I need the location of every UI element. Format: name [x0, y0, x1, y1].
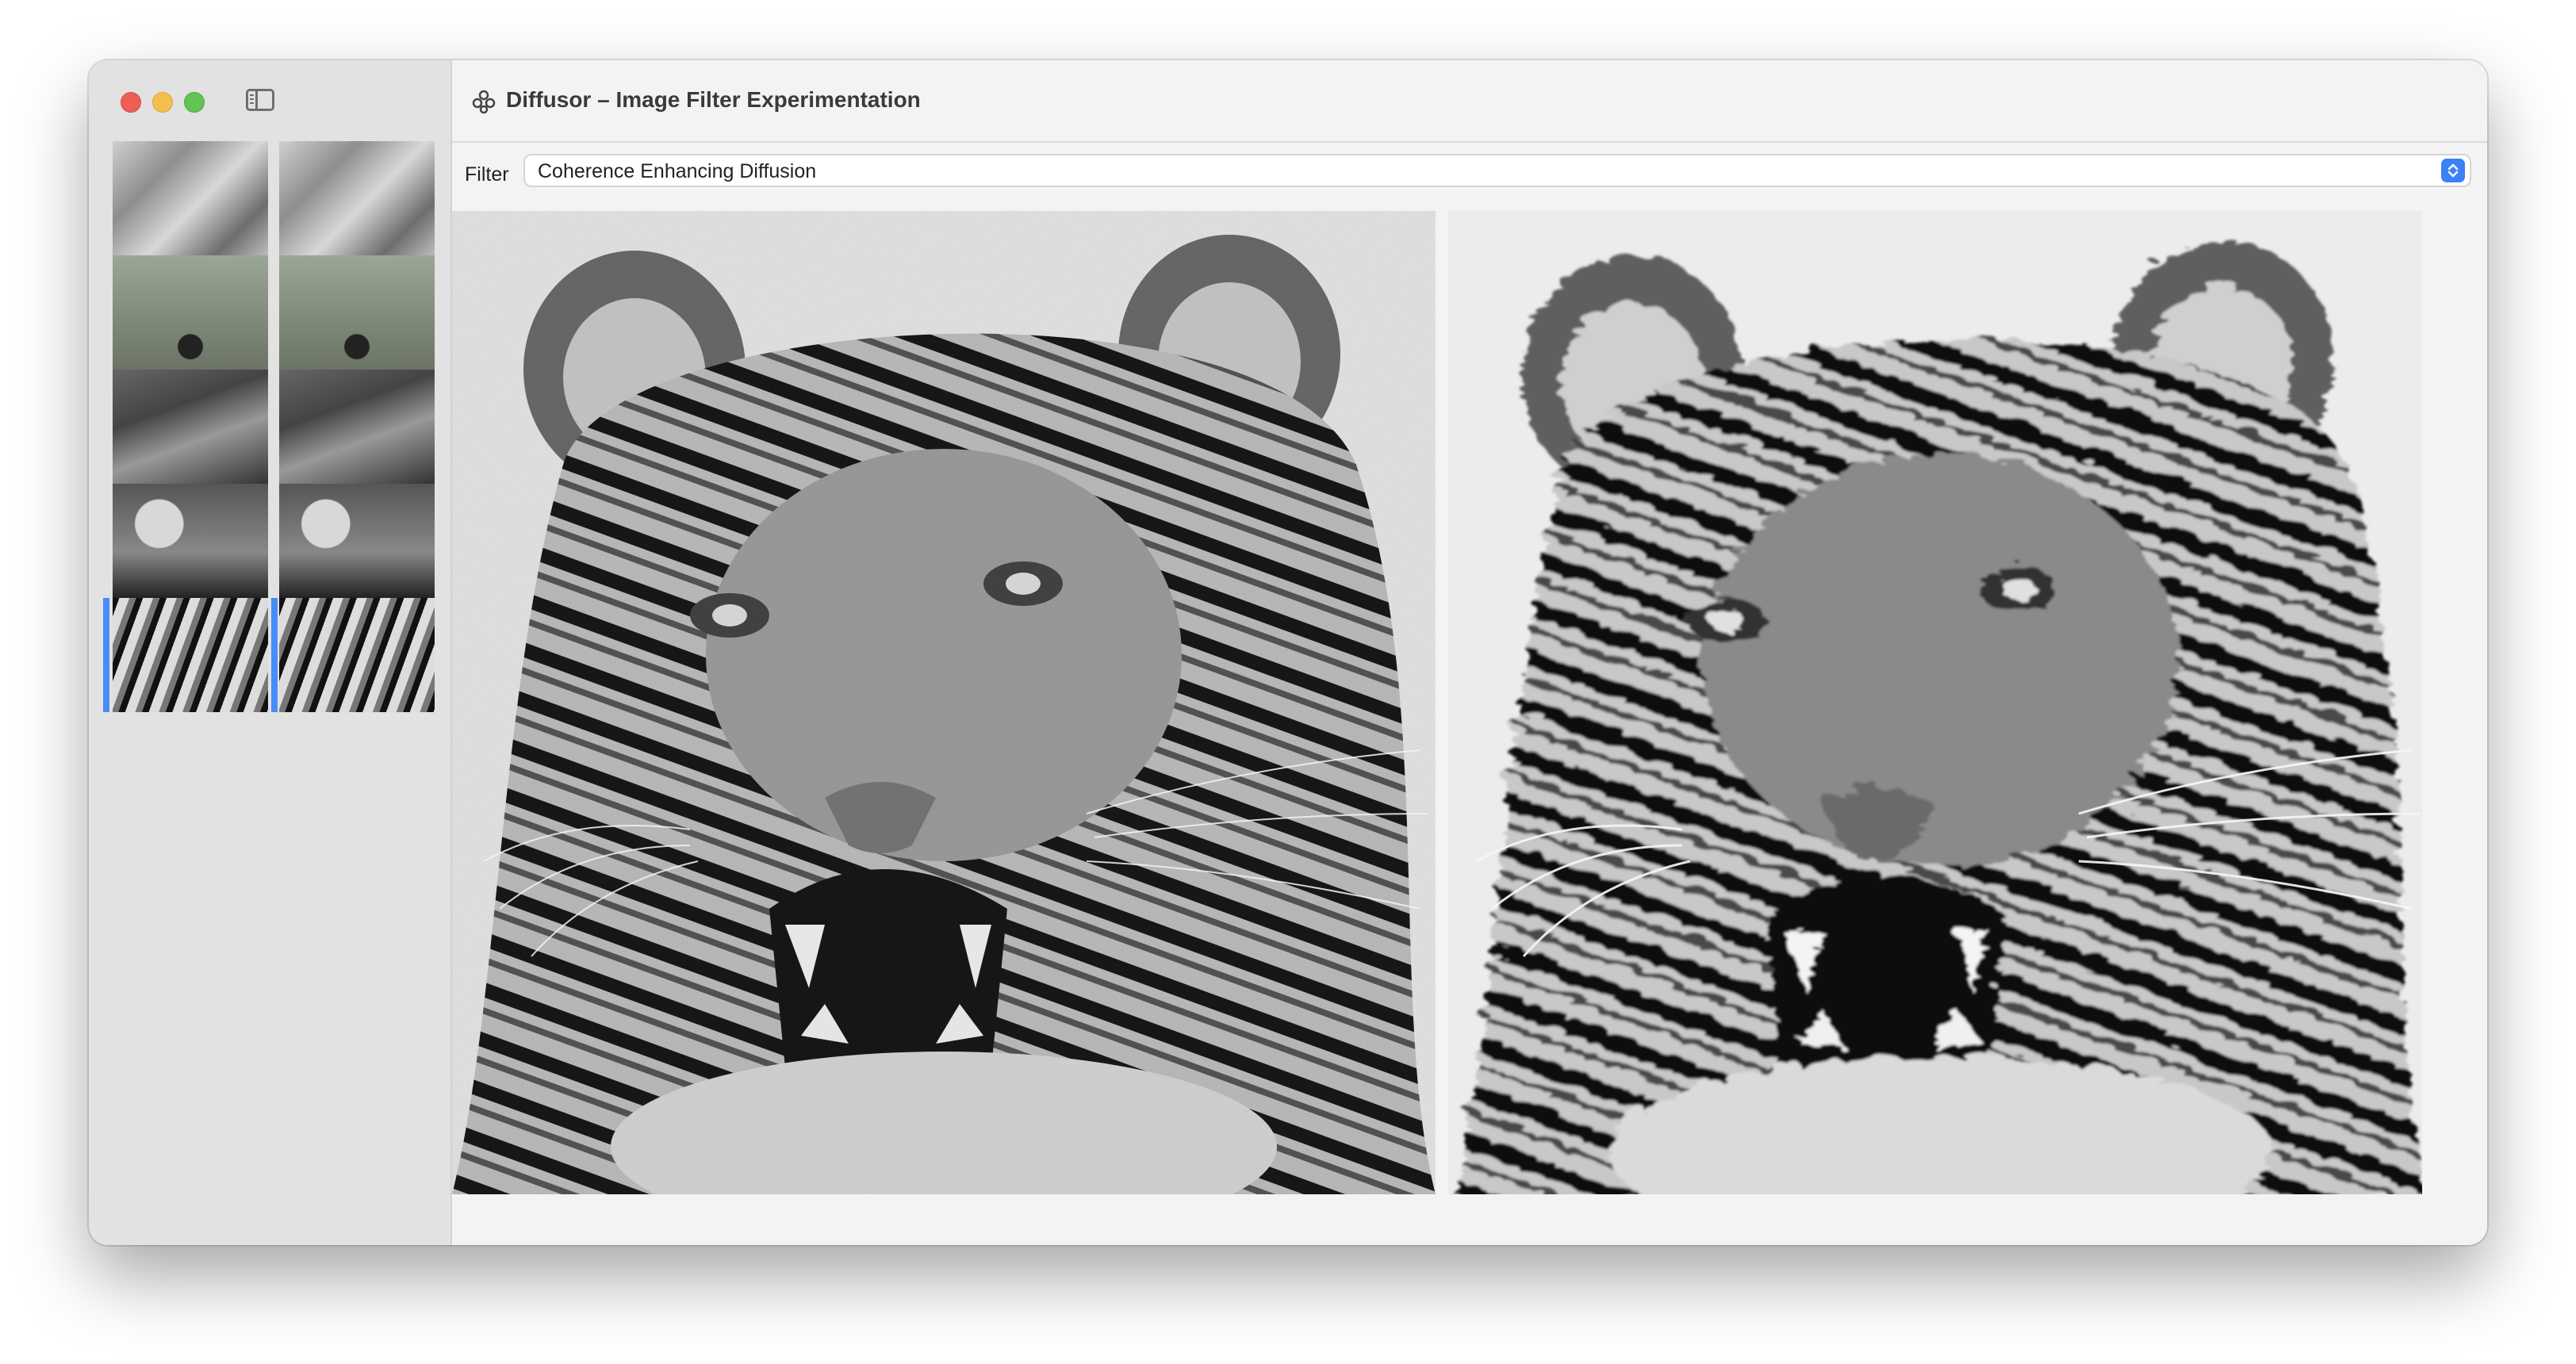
- main-pane: Diffusor – Image Filter Experimentation …: [452, 60, 2487, 1245]
- thumbnail-filtered[interactable]: [279, 255, 435, 370]
- thumbnail-filtered[interactable]: [279, 598, 435, 712]
- title-bar: Diffusor – Image Filter Experimentation: [452, 60, 2487, 143]
- app-window: Diffusor – Image Filter Experimentation …: [89, 60, 2487, 1245]
- thumbnail-row-ship[interactable]: [113, 141, 438, 255]
- thumbnail-filtered[interactable]: [279, 370, 435, 484]
- filter-label: Filter: [465, 163, 509, 186]
- filter-row: Filter Coherence Enhancing Diffusion: [452, 143, 2487, 208]
- thumbnail-original[interactable]: [113, 598, 268, 712]
- filtered-image: [1448, 211, 2422, 1194]
- sidebar-toggle-icon[interactable]: [246, 89, 274, 111]
- close-button[interactable]: [121, 92, 141, 113]
- thumbnail-list: [103, 141, 438, 712]
- sidebar: [89, 60, 452, 1245]
- chevron-up-down-icon[interactable]: [2441, 159, 2465, 182]
- diffusor-app-icon: [472, 90, 496, 114]
- thumbnail-original[interactable]: [113, 370, 268, 484]
- minimize-button[interactable]: [152, 92, 173, 113]
- filter-select[interactable]: Coherence Enhancing Diffusion: [523, 154, 2471, 187]
- selection-indicator: [103, 598, 109, 712]
- thumbnail-filtered[interactable]: [279, 484, 435, 598]
- thumbnail-row-starry-night[interactable]: [113, 370, 438, 484]
- thumbnail-row-eiffel-tower[interactable]: [113, 255, 438, 370]
- original-image: [452, 211, 1436, 1194]
- maximize-button[interactable]: [184, 92, 205, 113]
- thumbnail-original[interactable]: [113, 141, 268, 255]
- thumbnail-row-dali-portrait[interactable]: [113, 484, 438, 598]
- window-title: Diffusor – Image Filter Experimentation: [506, 87, 921, 112]
- thumbnail-original[interactable]: [113, 484, 268, 598]
- thumbnail-row-tiger[interactable]: [103, 598, 438, 712]
- selection-indicator: [271, 598, 278, 712]
- thumbnail-original[interactable]: [113, 255, 268, 370]
- filter-selected-value: Coherence Enhancing Diffusion: [538, 160, 817, 182]
- thumbnail-filtered[interactable]: [279, 141, 435, 255]
